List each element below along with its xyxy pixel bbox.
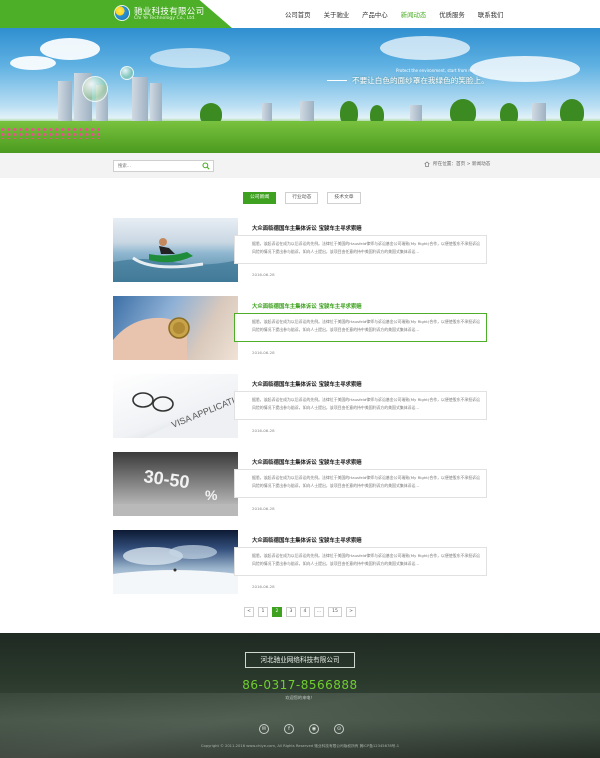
home-icon [424,161,430,167]
bubble-decoration [120,66,134,80]
page-button[interactable]: 3 [286,607,296,617]
news-date: 2016-06-28 [252,584,275,589]
news-tabs: 公司新闻 行业动态 技术文章 [243,192,361,204]
wechat-icon[interactable]: ✉ [259,724,269,734]
slogan-cn: 不要让白色的面纱罩在我绿色的笑脸上。 [352,76,489,85]
news-thumbnail-sale[interactable]: 30-50 % [113,452,238,516]
news-summary: 据悉，该起诉讼在成为以后诉讼的先例。法律位于美国的Hausfeld律师与诉讼基金… [252,475,480,488]
news-date: 2016-06-28 [252,272,275,277]
news-title[interactable]: 大众面临德国车主集体诉讼 宝骏车主寻求索赔 [252,458,362,466]
nav-contact[interactable]: 联系我们 [478,0,504,28]
page-next-button[interactable]: > [346,607,356,617]
search-box [113,160,214,172]
page-button-current[interactable]: 2 [272,607,282,617]
footer-company-name: 河北驰业网络科技有限公司 [245,652,355,668]
nav-home[interactable]: 公司首页 [285,0,311,28]
news-summary: 据悉，该起诉讼在成为以后诉讼的先例。法律位于美国的Hausfeld律师与诉讼基金… [252,397,480,410]
news-item[interactable]: 30-50 % 大众面临德国车主集体诉讼 宝骏车主寻求索赔 据悉，该起诉讼在成为… [113,452,487,516]
page-prev-button[interactable]: < [244,607,254,617]
news-date: 2016-06-28 [252,428,275,433]
hero-banner: Protect the environment, start from me. … [0,28,600,153]
news-item[interactable]: 大众面临德国车主集体诉讼 宝骏车主寻求索赔 据悉，该起诉讼在成为以后诉讼的先例。… [113,530,487,594]
social-links: ✉ f ◉ ⊙ [259,724,344,734]
breadcrumb-text: 所在位置：首页 > 新闻动态 [433,162,491,167]
breadcrumb: 所在位置：首页 > 新闻动态 [424,161,490,167]
news-summary: 据悉，该起诉讼在成为以后诉讼的先例。法律位于美国的Hausfeld律师与诉讼基金… [252,241,480,254]
nav-news[interactable]: 新闻动态 [401,0,427,28]
page-button[interactable]: 4 [300,607,310,617]
news-title[interactable]: 大众面临德国车主集体诉讼 宝骏车主寻求索赔 [252,380,362,388]
search-input[interactable] [118,162,198,171]
news-date: 2016-06-28 [252,350,275,355]
nav-about[interactable]: 关于驰业 [324,0,350,28]
slogan-divider [327,80,347,81]
footer-hotline[interactable]: 86-0317-8566888 [0,678,600,692]
news-thumbnail-visa[interactable]: VISA APPLICATION [113,374,238,438]
nav-services[interactable]: 优质服务 [439,0,465,28]
nav-products[interactable]: 产品中心 [362,0,388,28]
slogan-en: Protect the environment, start from me. [396,68,477,73]
news-item[interactable]: VISA APPLICATION 大众面临德国车主集体诉讼 宝骏车主寻求索赔 据… [113,374,487,438]
company-name-en: Chi Ye Technology Co., Ltd. [134,16,196,21]
news-summary: 据悉，该起诉讼在成为以后诉讼的先例。法律位于美国的Hausfeld律师与诉讼基金… [252,319,480,332]
news-thumbnail-snowfield[interactable] [113,530,238,594]
copyright: Copyright © 2011-2016 www.chiye.com, All… [200,744,400,748]
tab-industry-news[interactable]: 行业动态 [285,192,319,204]
page-button-last[interactable]: 15 [328,607,342,617]
main-nav: 公司首页 关于驰业 产品中心 新闻动态 优质服务 联系我们 [285,0,516,28]
svg-text:30-50: 30-50 [142,466,190,492]
flower-bed [0,127,100,139]
news-thumbnail-coin[interactable] [113,296,238,360]
bubble-decoration [82,76,108,102]
page-button[interactable]: 1 [258,607,268,617]
search-icon[interactable] [202,162,210,170]
search-strip [0,153,600,178]
tab-company-news[interactable]: 公司新闻 [243,192,277,204]
footer-welcome: 欢迎您的来电！ [285,695,315,700]
site-footer: 河北驰业网络科技有限公司 86-0317-8566888 欢迎您的来电！ ✉ f… [0,633,600,758]
facebook-icon[interactable]: f [284,724,294,734]
svg-text:%: % [205,487,218,503]
pagination: < 1 2 3 4 ... 15 > [244,607,356,617]
news-item[interactable]: 大众面临德国车主集体诉讼 宝骏车主寻求索赔 据悉，该起诉讼在成为以后诉讼的先例。… [113,296,487,360]
news-item[interactable]: 大众面临德国车主集体诉讼 宝骏车主寻求索赔 据悉，该起诉讼在成为以后诉讼的先例。… [113,218,487,282]
news-date: 2016-06-28 [252,506,275,511]
page-ellipsis: ... [314,607,324,617]
news-title[interactable]: 大众面临德国车主集体诉讼 宝骏车主寻求索赔 [252,302,362,310]
logo-icon[interactable] [114,5,130,21]
weibo-icon[interactable]: ◉ [309,724,319,734]
news-title[interactable]: 大众面临德国车主集体诉讼 宝骏车主寻求索赔 [252,224,362,232]
news-title[interactable]: 大众面临德国车主集体诉讼 宝骏车主寻求索赔 [252,536,362,544]
location-icon[interactable]: ⊙ [334,724,344,734]
news-thumbnail-jetski[interactable] [113,218,238,282]
site-header: 驰业科技有限公司 Chi Ye Technology Co., Ltd. 公司首… [0,0,600,28]
tab-tech-articles[interactable]: 技术文章 [327,192,361,204]
news-summary: 据悉，该起诉讼在成为以后诉讼的先例。法律位于美国的Hausfeld律师与诉讼基金… [252,553,480,566]
